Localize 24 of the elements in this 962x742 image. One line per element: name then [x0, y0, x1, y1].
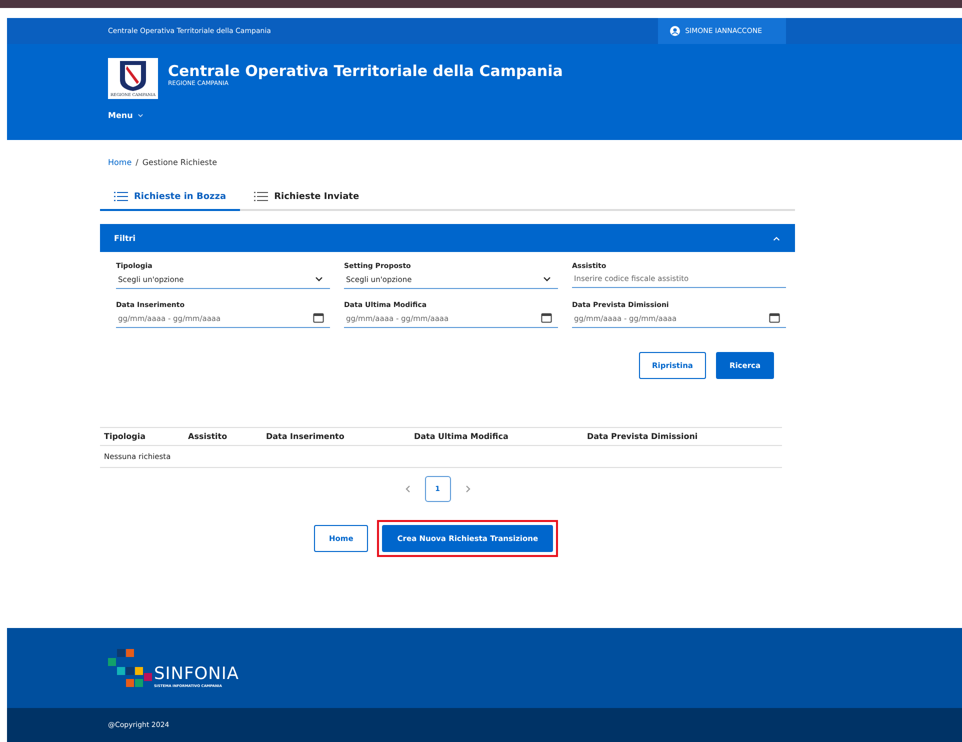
list-icon — [114, 191, 128, 202]
chevron-down-icon — [542, 274, 552, 284]
column-header: Data Ultima Modifica — [414, 432, 510, 441]
chevron-down-icon — [314, 274, 324, 284]
column-header: Data Inserimento — [266, 432, 346, 441]
logo-name: SINFONIA — [154, 664, 240, 684]
chevron-down-icon — [136, 112, 144, 119]
list-icon — [254, 191, 268, 202]
filter-panel-header[interactable]: Filtri — [100, 224, 795, 252]
breadcrumb-current: Gestione Richieste — [142, 158, 218, 167]
calendar-icon[interactable] — [769, 313, 780, 323]
user-icon — [670, 26, 680, 36]
breadcrumb-separator: / — [136, 158, 138, 167]
column-header: Data Prevista Dimissioni — [587, 432, 699, 441]
calendar-icon[interactable] — [313, 313, 324, 323]
pixel-logo-icon — [108, 649, 152, 687]
tab[interactable]: Richieste in Bozza — [100, 185, 240, 211]
calendar-icon[interactable] — [541, 313, 552, 323]
site-title: Centrale Operativa Territoriale della Campania — [168, 62, 563, 80]
menu-button[interactable]: Menu — [108, 111, 144, 120]
column-header: Assistito — [188, 432, 228, 441]
column-header: Tipologia — [104, 432, 147, 441]
breadcrumb-link[interactable]: Home — [108, 158, 132, 167]
tab[interactable]: Richieste Inviate — [240, 185, 374, 211]
